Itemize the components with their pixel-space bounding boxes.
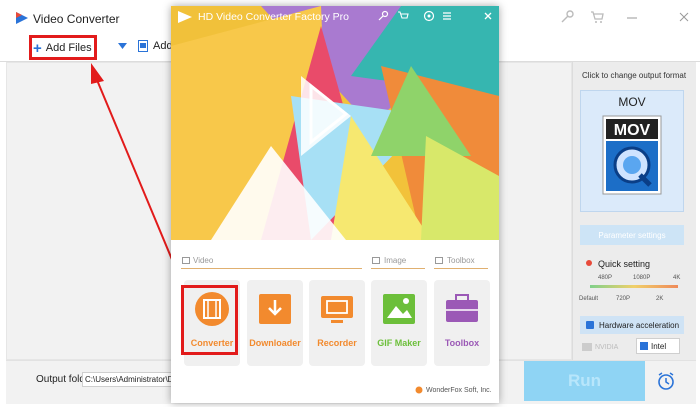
gif-maker-tile[interactable]: GIF Maker <box>371 280 427 366</box>
image-section-icon <box>372 257 380 264</box>
video-section-icon <box>182 257 190 264</box>
download-icon <box>259 294 291 324</box>
gif-maker-label: GIF Maker <box>377 338 421 348</box>
help-icon[interactable] <box>423 10 435 22</box>
video-section-divider <box>181 268 362 269</box>
key-icon[interactable] <box>377 10 389 22</box>
recorder-tile[interactable]: Recorder <box>309 280 365 366</box>
brand-footer: WonderFox Soft, Inc. <box>415 386 492 394</box>
toolbox-section-icon <box>435 257 443 264</box>
toolbox-section-divider <box>434 268 488 269</box>
highlight-box-converter <box>181 285 238 355</box>
downloader-tile[interactable]: Downloader <box>247 280 303 366</box>
downloader-label: Downloader <box>249 338 301 348</box>
toolbox-tile[interactable]: Toolbox <box>434 280 490 366</box>
popup-logo-icon <box>178 11 192 23</box>
image-section-divider <box>371 268 425 269</box>
toolbox-icon <box>446 294 478 322</box>
cart-icon[interactable] <box>397 10 409 22</box>
image-icon <box>383 294 415 324</box>
toolbox-label: Toolbox <box>444 338 480 348</box>
menu-icon[interactable] <box>441 10 453 22</box>
recorder-label: Recorder <box>317 338 357 348</box>
brand-label: WonderFox Soft, Inc. <box>426 386 492 394</box>
screen-record-icon <box>321 296 353 323</box>
popup-title: HD Video Converter Factory Pro <box>198 11 349 23</box>
section-video-label: Video <box>193 256 214 265</box>
section-toolbox-label: Toolbox <box>447 256 475 265</box>
close-icon[interactable] <box>482 10 494 22</box>
wonderfox-logo-icon <box>415 386 423 394</box>
section-image-label: Image <box>384 256 407 265</box>
banner-graphic <box>171 6 499 240</box>
